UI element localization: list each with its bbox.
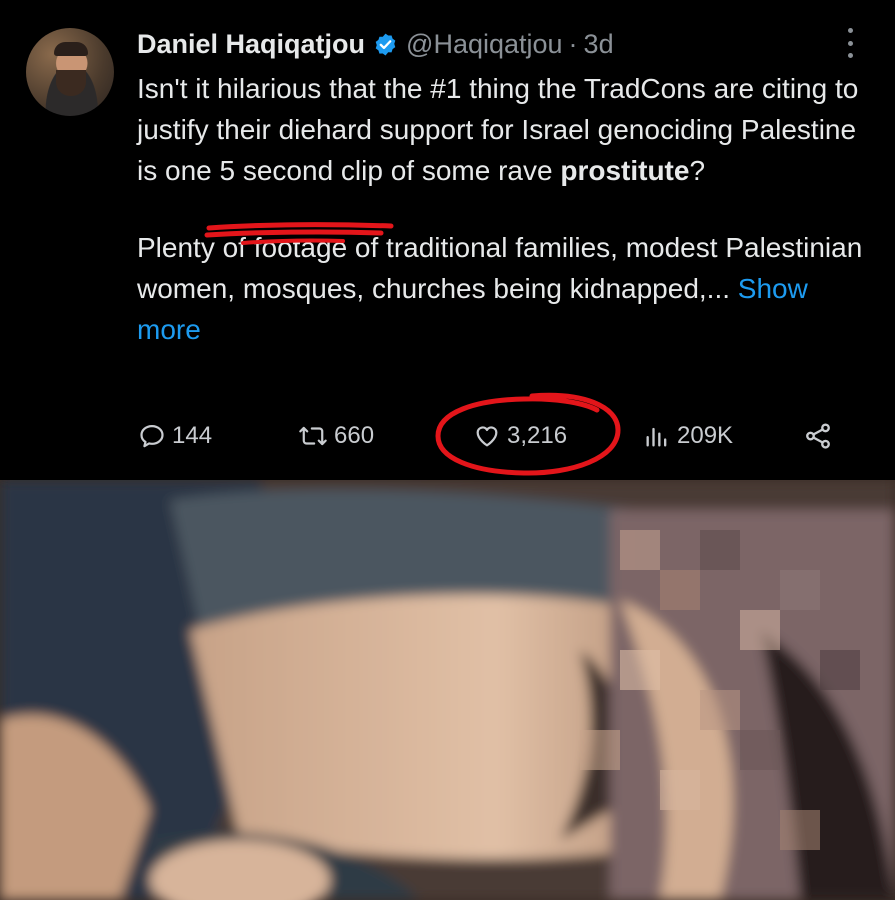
author-name[interactable]: Daniel Haqiqatjou <box>137 29 365 60</box>
red-circle-annotation <box>435 392 621 476</box>
red-underline-annotation <box>204 222 394 245</box>
share-button[interactable] <box>803 418 839 454</box>
text-part: Isn't it hilarious that the #1 thing the… <box>137 73 859 186</box>
repost-button[interactable]: 660 <box>298 418 374 454</box>
separator-dot: · <box>568 28 578 59</box>
reply-count: 144 <box>172 422 213 449</box>
avatar-hair <box>54 42 88 56</box>
repost-icon <box>299 426 327 446</box>
analytics-icon <box>646 427 667 447</box>
tweet-timestamp[interactable]: 3d <box>584 29 614 60</box>
verified-badge-icon <box>375 33 396 55</box>
bold-word: prostitute <box>560 155 690 186</box>
tweet-media-image[interactable] <box>0 480 895 900</box>
view-count: 209K <box>677 422 734 449</box>
author-handle[interactable]: @Haqiqatjou <box>406 29 563 60</box>
repost-count: 660 <box>334 422 375 449</box>
reply-icon <box>140 424 164 448</box>
text-part: ? <box>689 155 706 186</box>
tweet-paragraph-1: Isn't it hilarious that the #1 thing the… <box>137 68 867 191</box>
blurred-photo <box>0 480 895 900</box>
tweet-text: Isn't it hilarious that the #1 thing the… <box>137 68 867 350</box>
tweet[interactable]: Daniel Haqiqatjou @Haqiqatjou · 3d Isn't… <box>0 0 895 480</box>
more-options-icon[interactable] <box>842 28 858 58</box>
avatar-beard <box>56 70 86 96</box>
tweet-header: Daniel Haqiqatjou @Haqiqatjou · 3d <box>137 26 614 62</box>
reply-button[interactable]: 144 <box>138 418 212 454</box>
views-button[interactable]: 209K <box>643 418 733 454</box>
avatar[interactable] <box>26 28 114 116</box>
share-icon <box>806 423 830 449</box>
